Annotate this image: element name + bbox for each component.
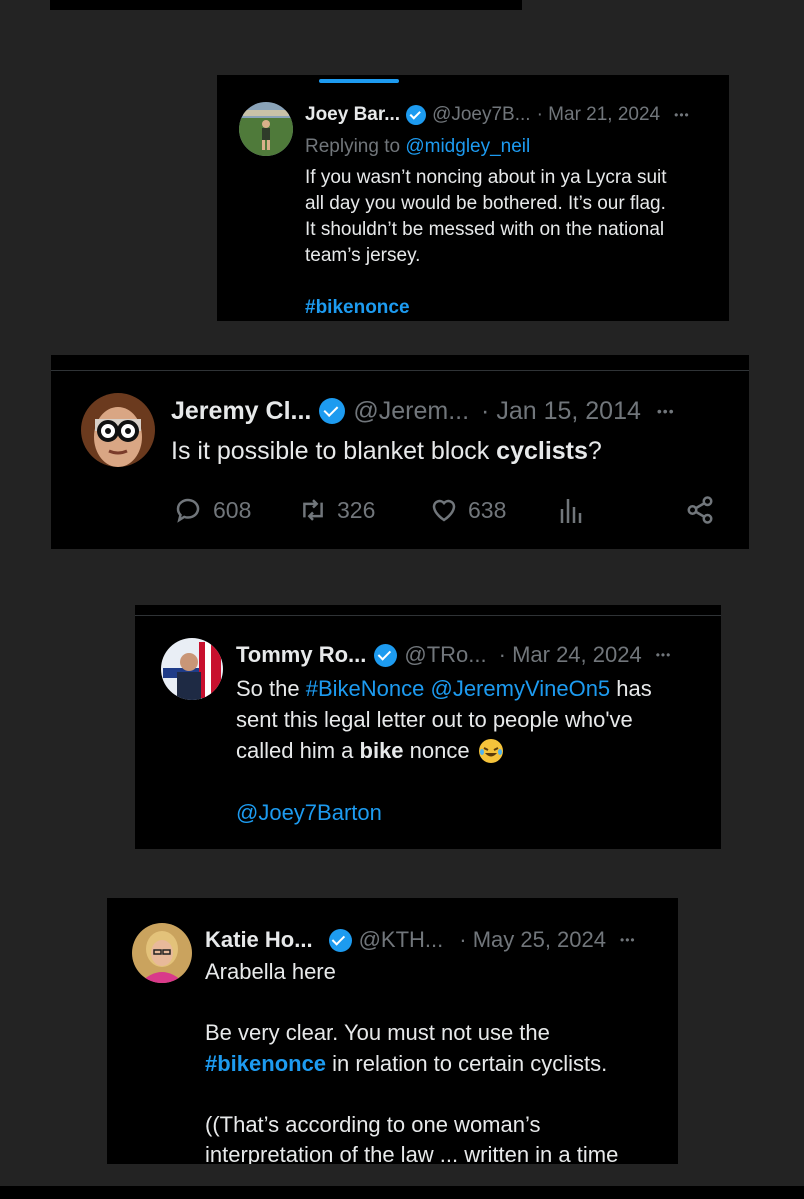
tweet-text-part: Is it possible to blanket block <box>171 437 497 465</box>
author-handle[interactable]: @KTH... <box>359 927 444 953</box>
hashtag-link[interactable]: #bikenonce <box>305 295 667 321</box>
retweet-count: 326 <box>337 496 376 523</box>
tweet-text-line: all day you would be bothered. It’s our … <box>305 193 666 214</box>
tweet-text-line: team’s jersey. <box>305 245 421 266</box>
tweet-card-joey[interactable]: Joey Bar... @Joey7B... · Mar 21, 2024 ••… <box>217 75 729 321</box>
reply-button[interactable]: 608 <box>173 495 251 525</box>
replying-to-label: Replying to <box>305 136 406 157</box>
laughing-emoji-icon <box>478 738 503 763</box>
tab-indicator <box>319 79 399 83</box>
reply-icon <box>176 498 200 523</box>
more-options-icon[interactable]: ••• <box>657 403 675 419</box>
tweet-text-line: called him a bike nonce <box>236 735 652 766</box>
tweet-text-part: So the <box>236 676 306 701</box>
tweet-text: So the #BikeNonce @JeremyVineOn5 has sen… <box>236 673 652 828</box>
more-options-icon[interactable]: ••• <box>656 648 672 662</box>
author-name[interactable]: Tommy Ro... <box>236 642 366 668</box>
tweet-text-part: nonce <box>403 738 470 763</box>
views-button[interactable] <box>559 495 585 530</box>
verified-badge-icon <box>374 643 398 667</box>
more-options-icon[interactable]: ••• <box>674 108 690 122</box>
hashtag-link[interactable]: #bikenonce <box>205 1051 326 1076</box>
tweet-text-part: called him a <box>236 738 360 763</box>
tweet-date[interactable]: · Jan 15, 2014 <box>481 397 641 426</box>
tweet-text-line: It shouldn’t be messed with on the natio… <box>305 219 665 240</box>
author-name[interactable]: Katie Ho... <box>205 927 313 953</box>
tweet-card-katie[interactable]: Katie Ho... @KTH... · May 25, 2024 ••• A… <box>107 898 678 1164</box>
avatar[interactable] <box>161 638 223 700</box>
tweet-text-bold: cyclists <box>496 437 588 465</box>
bottom-bar <box>0 1186 804 1199</box>
top-cropped-card <box>50 0 522 10</box>
verified-badge-icon <box>328 928 352 952</box>
tweet-text-part: in relation to certain cyclists. <box>326 1050 608 1076</box>
tweet-text: Is it possible to blanket block cyclists… <box>171 435 602 467</box>
share-icon <box>687 496 713 524</box>
tweet-text-part: has <box>610 676 652 701</box>
more-options-icon[interactable]: ••• <box>620 933 636 947</box>
tweet-text-line: #bikenonce in relation to certain cyclis… <box>205 1049 618 1080</box>
replying-to-handle[interactable]: @midgley_neil <box>405 136 530 157</box>
tweet-text: Arabella here Be very clear. You must no… <box>205 957 618 1164</box>
tweet-card-jeremy[interactable]: Jeremy Cl... @Jerem... · Jan 15, 2014 ••… <box>51 355 749 549</box>
retweet-icon <box>303 499 323 521</box>
mention-link[interactable]: @JeremyVineOn5 <box>430 676 610 701</box>
tweet-date[interactable]: · Mar 21, 2024 <box>537 104 661 126</box>
mention-link[interactable]: @Joey7Barton <box>236 797 652 828</box>
tweet-card-tommy[interactable]: Tommy Ro... @TRo... · Mar 24, 2024 ••• S… <box>135 605 721 849</box>
author-handle[interactable]: @TRo... <box>404 642 486 668</box>
retweet-button[interactable]: 326 <box>297 495 375 525</box>
avatar[interactable] <box>239 102 293 156</box>
tweet-text-line: So the #BikeNonce @JeremyVineOn5 has <box>236 673 652 704</box>
hashtag-link[interactable]: #BikeNonce <box>306 676 425 701</box>
like-button[interactable]: 638 <box>428 495 506 525</box>
avatar-image <box>239 102 293 156</box>
tweet-date[interactable]: · Mar 24, 2024 <box>499 642 642 668</box>
divider <box>51 370 749 371</box>
avatar-image <box>161 638 223 700</box>
tweet-text-line: Be very clear. You must not use the <box>205 1020 550 1045</box>
verified-badge-icon <box>406 105 427 125</box>
tweet-text-line: interpretation of the law ... written in… <box>205 1142 619 1164</box>
tweet-text-line: sent this legal letter out to people who… <box>236 707 633 732</box>
tweet-text-part: ? <box>587 437 602 465</box>
avatar-image <box>132 923 192 983</box>
tweet-text: If you wasn’t noncing about in ya Lycra … <box>305 165 667 269</box>
tweet-text-line: ((That’s according to one woman’s <box>205 1111 541 1137</box>
tweet-text-line: Arabella here <box>205 959 336 984</box>
author-handle[interactable]: @Jerem... <box>353 397 469 426</box>
author-handle[interactable]: @Joey7B... <box>432 104 531 126</box>
heart-icon <box>432 499 456 522</box>
avatar[interactable] <box>81 393 155 467</box>
avatar[interactable] <box>132 923 192 983</box>
avatar-image <box>81 393 155 467</box>
verified-badge-icon <box>319 398 346 424</box>
tweet-text-line: If you wasn’t noncing about in ya Lycra … <box>305 167 667 188</box>
reply-count: 608 <box>213 496 252 523</box>
like-count: 638 <box>468 496 507 523</box>
analytics-icon <box>560 499 582 523</box>
author-name[interactable]: Jeremy Cl... <box>171 397 311 426</box>
replying-to: Replying to @midgley_neil <box>305 134 667 160</box>
tweet-text-bold: bike <box>359 738 404 763</box>
tweet-date[interactable]: · May 25, 2024 <box>459 927 606 953</box>
divider <box>135 615 721 616</box>
author-name[interactable]: Joey Bar... <box>305 104 400 126</box>
share-button[interactable] <box>685 495 715 530</box>
